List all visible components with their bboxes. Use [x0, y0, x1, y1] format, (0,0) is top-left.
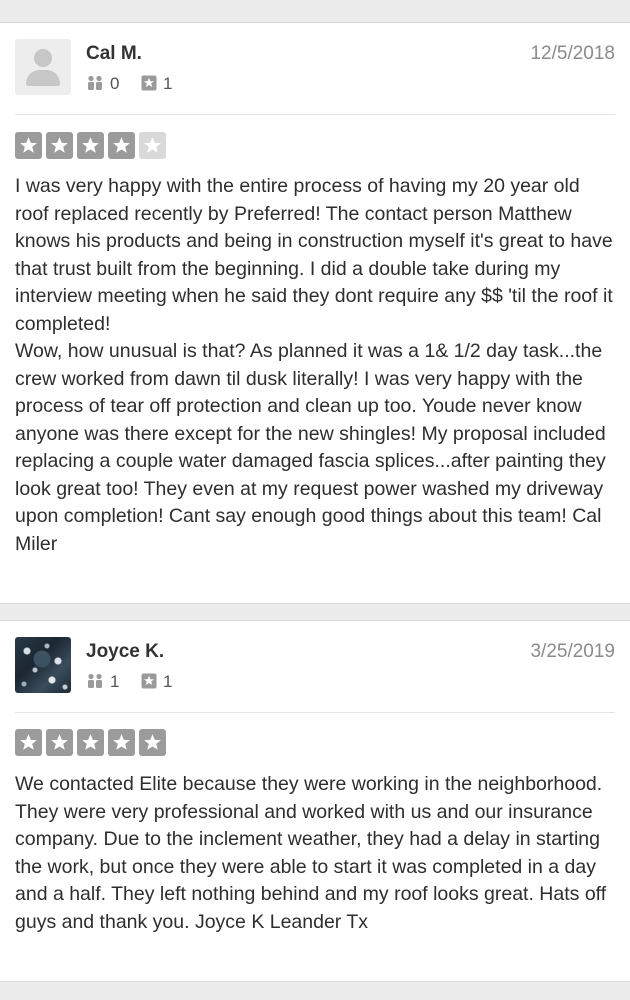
friend-count: 1	[86, 672, 119, 692]
star-icon	[15, 132, 42, 159]
friend-count: 0	[86, 74, 119, 94]
review-count: 1	[141, 672, 172, 692]
reviews-page: Cal M. 12/5/2018 0 1 I was very happy wi…	[0, 0, 630, 1000]
star-icon	[77, 132, 104, 159]
review-header: Joyce K. 3/25/2019 1 1	[0, 621, 630, 712]
review-count-value: 1	[163, 672, 173, 691]
star-icon	[46, 729, 73, 756]
star-icon	[15, 729, 42, 756]
review-text: We contacted Elite because they were wor…	[15, 771, 618, 936]
star-rating	[15, 132, 166, 159]
review-card: Cal M. 12/5/2018 0 1 I was very happy wi…	[0, 22, 630, 604]
review-date: 3/25/2019	[530, 641, 615, 662]
friends-icon	[88, 673, 102, 688]
star-icon	[108, 132, 135, 159]
avatar[interactable]	[15, 39, 71, 95]
review-header: Cal M. 12/5/2018 0 1	[0, 23, 630, 114]
top-separator	[0, 0, 630, 23]
avatar[interactable]	[15, 637, 71, 693]
review-date: 12/5/2018	[530, 43, 615, 64]
friends-icon	[88, 75, 102, 90]
review-card: Joyce K. 3/25/2019 1 1 We contacted Elit…	[0, 620, 630, 982]
review-count: 1	[141, 74, 172, 94]
review-paragraph: We contacted Elite because they were wor…	[15, 773, 607, 933]
review-count-value: 1	[163, 74, 173, 93]
review-text: I was very happy with the entire process…	[15, 173, 618, 558]
review-star-icon	[141, 75, 157, 91]
review-paragraph: Wow, how unusual is that? As planned it …	[15, 340, 606, 555]
friend-count-value: 1	[110, 672, 120, 691]
default-person-icon	[34, 49, 52, 67]
star-icon	[46, 132, 73, 159]
reviewer-name[interactable]: Joyce K.	[86, 641, 164, 663]
star-icon	[108, 729, 135, 756]
friend-count-value: 0	[110, 74, 120, 93]
star-icon	[139, 132, 166, 159]
review-paragraph: I was very happy with the entire process…	[15, 175, 613, 335]
reviewer-name[interactable]: Cal M.	[86, 43, 142, 65]
star-icon	[139, 729, 166, 756]
divider	[15, 712, 615, 713]
star-icon	[77, 729, 104, 756]
divider	[15, 114, 615, 115]
review-star-icon	[141, 673, 157, 689]
star-rating	[15, 729, 166, 756]
